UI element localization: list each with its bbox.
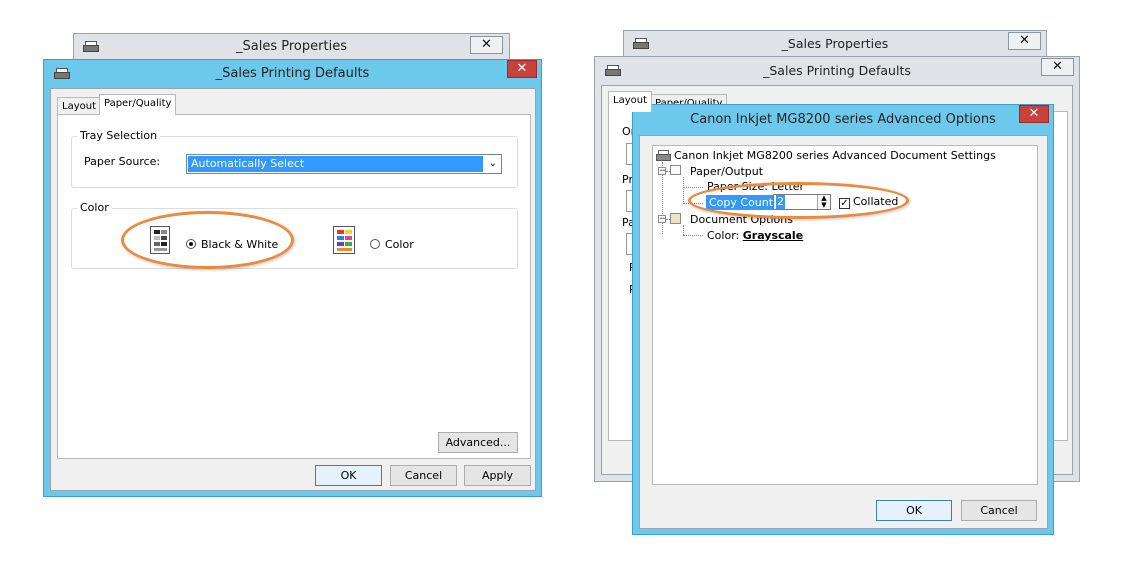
paper-size-label: Paper Size: [707,180,768,193]
tree-paper-output[interactable]: Paper/Output [690,165,763,178]
tree-paper-size[interactable]: Paper Size: Letter [707,180,804,193]
copy-count-label: Copy Count: [706,195,780,210]
tree-root-label[interactable]: Canon Inkjet MG8200 series Advanced Docu… [674,149,996,162]
document-options-icon [670,213,681,224]
black-and-white-icon [150,226,170,254]
tree-line [683,203,703,204]
color-value[interactable]: Grayscale [743,229,803,242]
color-group: Color Black & White Color [71,201,518,269]
collapse-toggle-icon[interactable]: − [658,167,667,176]
spin-buttons[interactable]: ▲ ▼ [817,195,830,209]
tree-line [683,235,703,236]
window-title: _Sales Printing Defaults [763,63,911,78]
advanced-button[interactable]: Advanced... [438,432,518,453]
paper-source-dropdown[interactable]: Automatically Select ⌄ [186,154,502,174]
window-title: _Sales Properties [781,36,889,51]
dialog-client-area: Layout Paper/Quality Tray Selection Pape… [50,88,536,491]
collapse-toggle-icon[interactable]: − [658,215,667,224]
paper-output-icon [670,165,681,175]
tree-document-options[interactable]: Document Options [690,213,793,226]
close-button[interactable]: ✕ [1008,32,1041,50]
radio-label: Black & White [201,238,279,251]
printer-tree-icon [656,150,671,161]
tree-line [683,187,703,188]
left-printing-defaults-window: _Sales Printing Defaults ✕ Layout Paper/… [43,59,542,497]
dropdown-value: Automatically Select [188,156,483,172]
tray-selection-group: Tray Selection Paper Source: Automatical… [71,129,518,188]
copy-count-input[interactable]: 2 ▲ ▼ [773,194,831,210]
tab-layout[interactable]: Layout [608,91,652,112]
tree-color[interactable]: Color: Grayscale [707,229,803,242]
collated-checkbox[interactable]: ✓ Collated [839,195,898,209]
spin-down-icon[interactable]: ▼ [818,202,830,209]
paper-source-label: Paper Source: [84,155,161,168]
tab-layout[interactable]: Layout [57,97,101,115]
window-title: _Sales Printing Defaults [215,66,370,81]
copy-count-value: 2 [776,195,785,209]
group-label: Tray Selection [77,129,161,142]
color-icon [333,226,355,254]
dialog-client-area: Canon Inkjet MG8200 series Advanced Docu… [639,135,1048,529]
radio-unselected-icon [370,239,380,249]
tab-paper-quality[interactable]: Paper/Quality [99,94,177,115]
color-radio[interactable]: Color [370,238,414,251]
close-button[interactable]: ✕ [470,36,503,54]
tree-line [683,225,684,235]
dialog-title: Canon Inkjet MG8200 series Advanced Opti… [690,112,996,127]
close-button[interactable]: ✕ [1041,58,1074,76]
advanced-options-dialog: Canon Inkjet MG8200 series Advanced Opti… [632,104,1054,535]
window-title: _Sales Properties [236,39,347,54]
black-and-white-radio[interactable]: Black & White [186,238,278,251]
tab-panel: Tray Selection Paper Source: Automatical… [57,114,531,459]
cancel-button[interactable]: Cancel [961,500,1037,521]
close-button[interactable]: ✕ [507,60,537,78]
cancel-button[interactable]: Cancel [390,465,457,486]
chevron-down-icon: ⌄ [488,158,497,169]
apply-button[interactable]: Apply [464,465,531,486]
radio-label: Color [385,238,414,251]
radio-selected-icon [186,239,196,249]
settings-tree[interactable]: Canon Inkjet MG8200 series Advanced Docu… [652,145,1038,485]
group-label: Color [77,201,112,214]
color-label: Color: [707,229,740,242]
checkbox-checked-icon: ✓ [839,198,850,209]
paper-size-value: Letter [771,180,805,193]
collated-label: Collated [853,195,899,208]
close-button[interactable]: ✕ [1019,105,1049,123]
ok-button[interactable]: OK [315,465,382,486]
tree-line [683,177,684,204]
ok-button[interactable]: OK [876,500,952,521]
